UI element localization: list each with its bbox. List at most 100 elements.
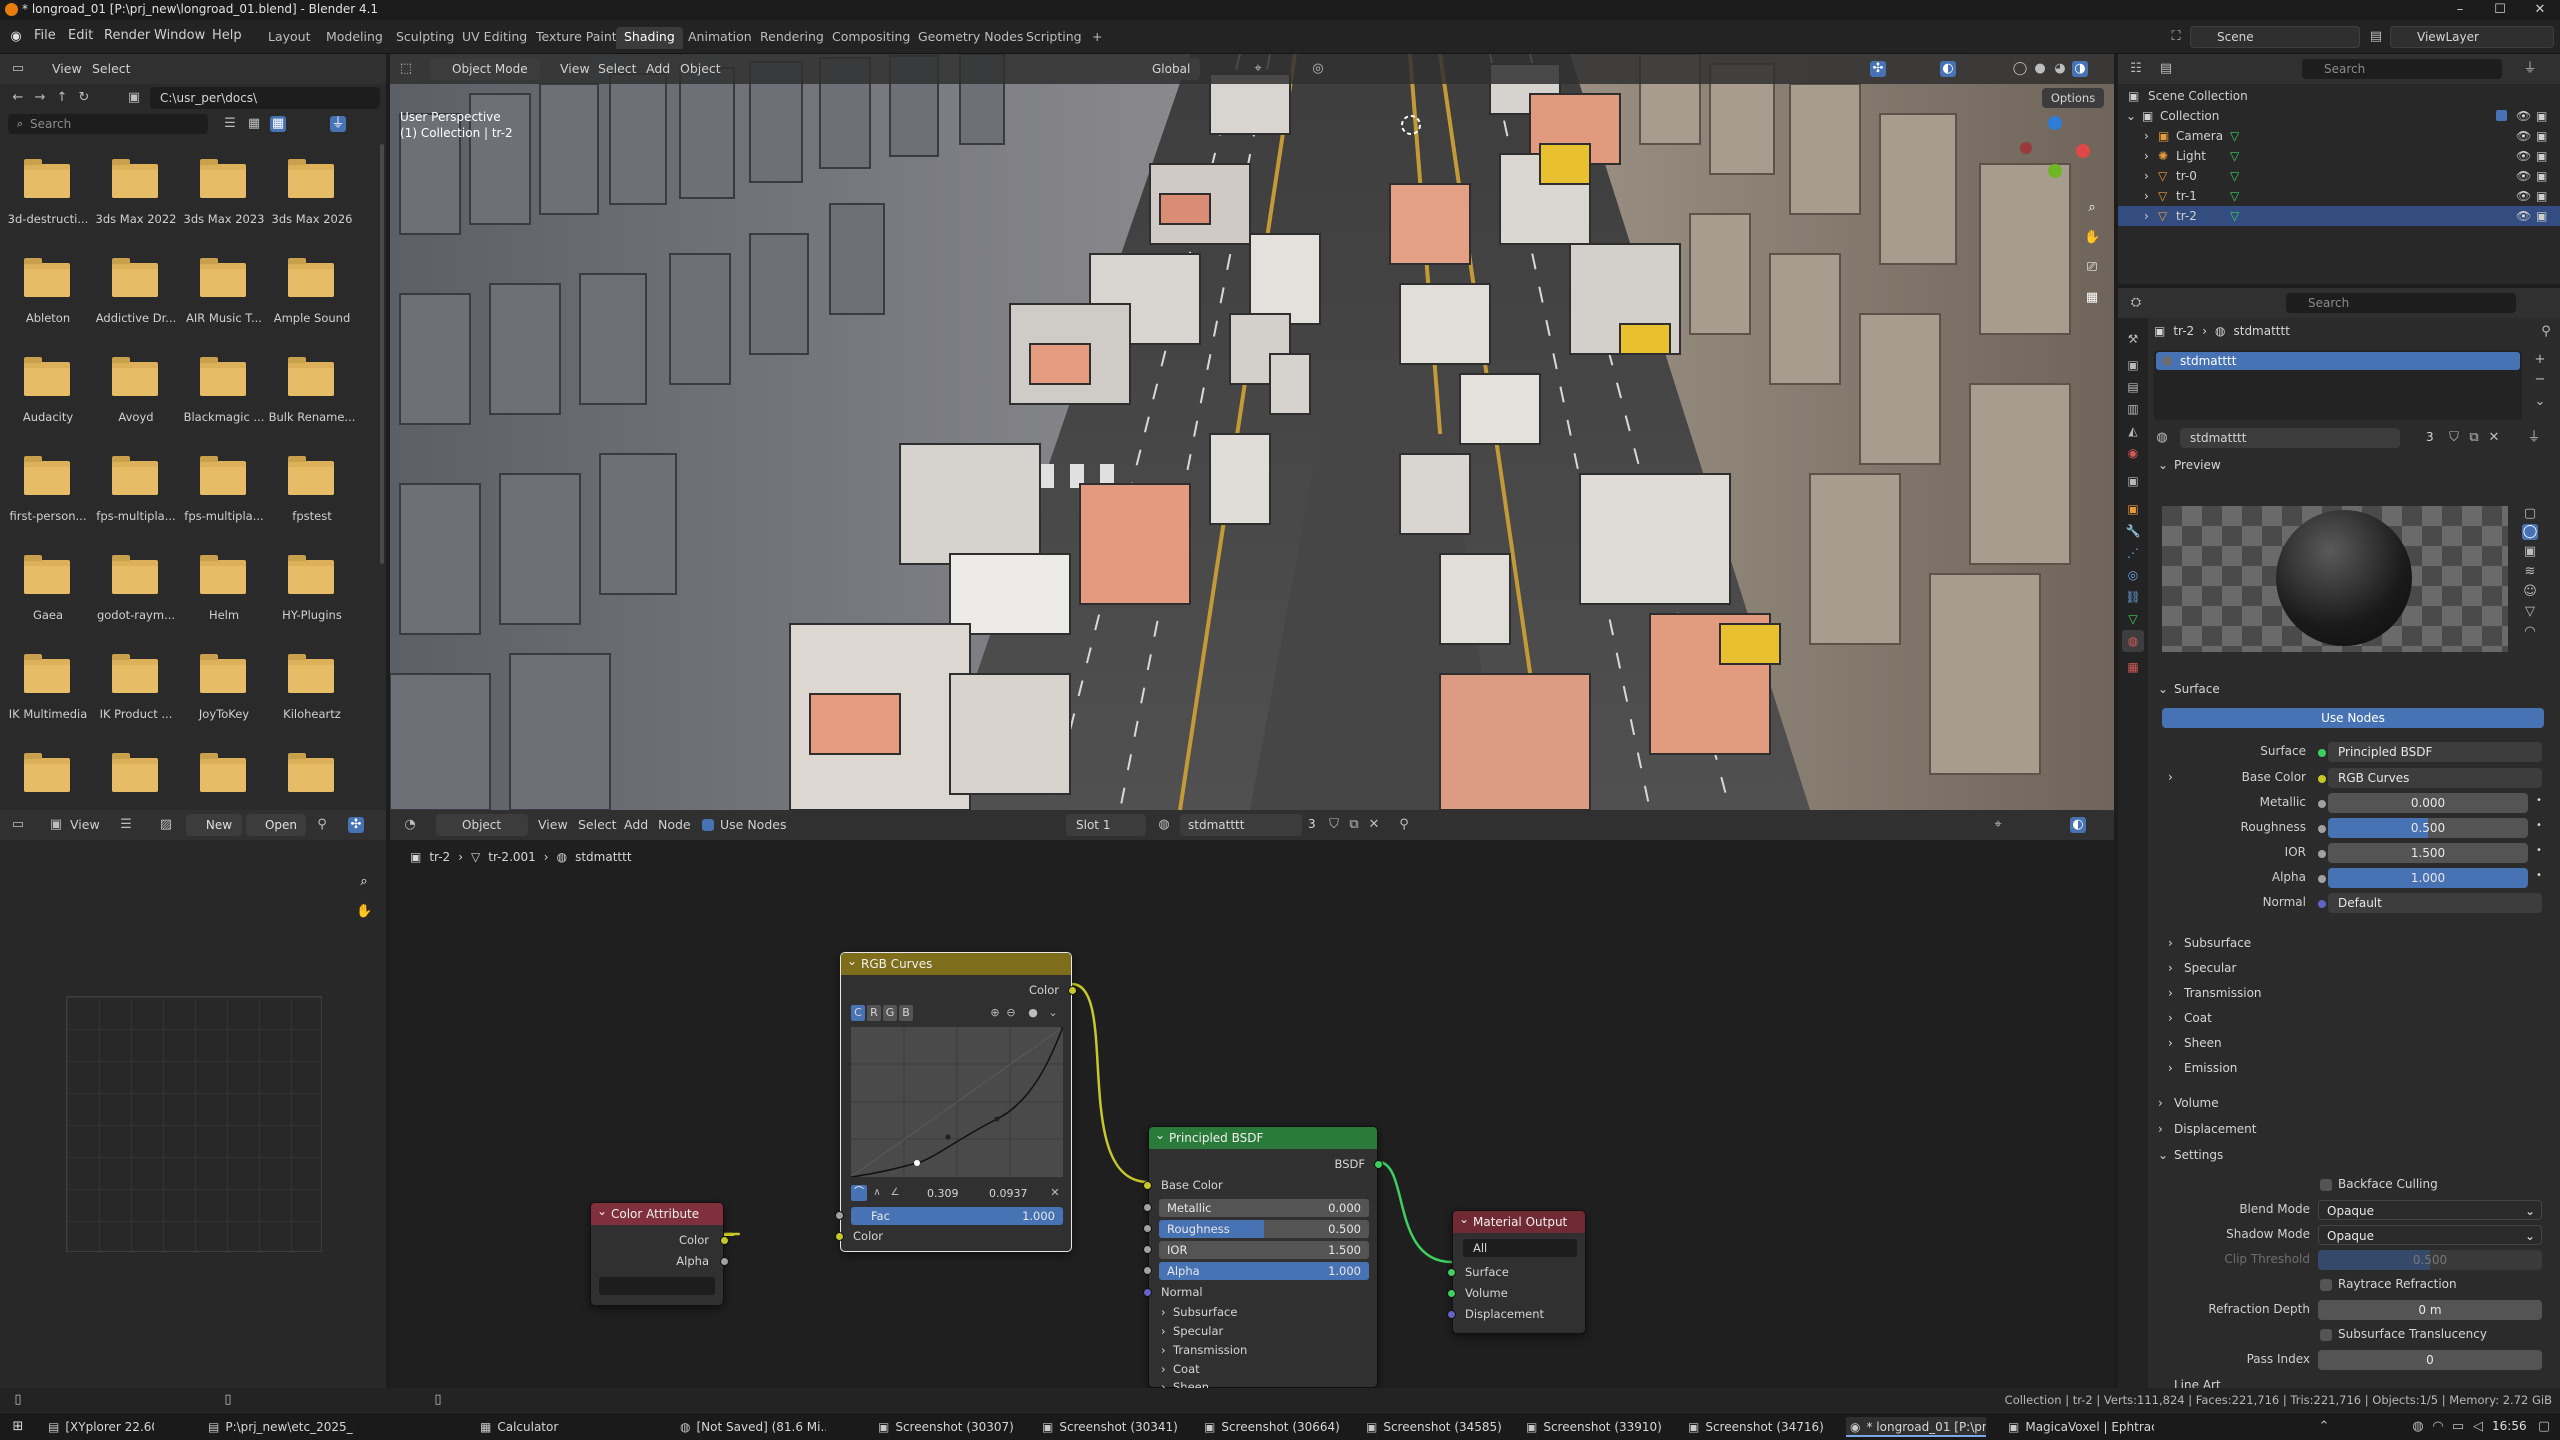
camera-view-icon[interactable]: ⎚ xyxy=(2084,260,2100,276)
blend-mode-dropdown[interactable]: Opaque ⌄ xyxy=(2318,1200,2542,1220)
data-link-icon[interactable]: ▽ xyxy=(2230,206,2239,226)
viewport-options-button[interactable]: Options xyxy=(2042,88,2104,108)
outliner-item[interactable]: › ▽ tr-1 ▽ 👁 ▣ xyxy=(2118,186,2560,206)
image-canvas-grid[interactable] xyxy=(66,996,322,1252)
keyframe-dot[interactable]: • xyxy=(2536,795,2542,806)
outliner-collection[interactable]: ⌄ ▣ Collection 👁 ▣ xyxy=(2118,106,2560,126)
folder-item[interactable]: Audacity xyxy=(2,348,90,444)
socket-surface-in[interactable] xyxy=(1447,1268,1456,1277)
material-slot-list[interactable]: stdmatttt xyxy=(2154,350,2522,420)
folder-item[interactable]: 3ds Max 2023 xyxy=(178,150,266,246)
folder-item[interactable]: Addictive Dr... xyxy=(90,249,178,345)
outliner-item[interactable]: › ✺ Light ▽ 👁 ▣ xyxy=(2118,146,2560,166)
folder-item[interactable]: fpstest xyxy=(266,447,354,543)
chevron-right-icon[interactable]: › xyxy=(2144,186,2149,206)
chevron-right-icon[interactable]: › xyxy=(2158,1096,2163,1110)
outliner-scene-collection[interactable]: ▣ Scene Collection xyxy=(2118,86,2560,106)
socket-ior-in[interactable] xyxy=(1143,1245,1152,1254)
tray-volume-icon[interactable]: ◁ xyxy=(2470,1419,2486,1435)
chevron-right-icon[interactable]: › xyxy=(2144,206,2149,226)
render-camera-icon[interactable]: ▣ xyxy=(2536,146,2547,166)
chevron-right-icon[interactable]: › xyxy=(2168,936,2173,950)
shadow-mode-dropdown[interactable]: Opaque ⌄ xyxy=(2318,1225,2542,1245)
subpanel-emission[interactable]: Emission xyxy=(2184,1061,2237,1075)
windows-start-icon[interactable]: ⊞ xyxy=(10,1419,26,1435)
filter-icon[interactable]: ⏚ xyxy=(330,116,346,132)
image-editor[interactable]: ▭ ▣ View ☰ ▨ New Open ⚲ ✣ ⌕ ✋ xyxy=(0,810,386,1388)
shading-wireframe-icon[interactable]: ◯ xyxy=(2012,61,2028,77)
menu-window[interactable]: Window xyxy=(154,28,205,43)
preview-fluid-icon[interactable]: ▽ xyxy=(2522,604,2538,620)
subpanel-subsurface[interactable]: Subsurface xyxy=(2184,936,2251,950)
chevron-right-icon[interactable]: › xyxy=(2144,126,2149,146)
data-link-icon[interactable]: ▽ xyxy=(2230,146,2239,166)
tab-output-icon[interactable]: ▤ xyxy=(2122,376,2144,398)
tab-world-icon[interactable]: ◉ xyxy=(2122,442,2144,464)
material-users-count[interactable]: 3 xyxy=(1308,817,1316,831)
node-principled-bsdf[interactable]: Principled BSDF BSDF Base Color Metallic… xyxy=(1143,1124,1383,1394)
socket-roughness-in[interactable] xyxy=(1143,1224,1152,1233)
taskbar-item[interactable]: ▣ Screenshot (34716).p... xyxy=(1684,1417,1824,1437)
image-mode-icon[interactable]: ▣ xyxy=(48,817,64,833)
folder-item[interactable]: Bulk Rename... xyxy=(266,348,355,444)
folder-item[interactable]: Avoyd xyxy=(90,348,178,444)
taskbar-item[interactable]: ▤ P:\prj_new\etc_2025_... xyxy=(204,1417,354,1437)
material-users-count[interactable]: 3 xyxy=(2426,430,2434,444)
zoom-out-icon[interactable]: ⊖ xyxy=(1003,1005,1019,1021)
image-menu-view[interactable]: View xyxy=(70,817,100,832)
tab-render-icon[interactable]: ▣ xyxy=(2122,354,2144,376)
shading-material-icon[interactable]: ◕ xyxy=(2052,61,2068,77)
tab-object-icon[interactable]: ▣ xyxy=(2122,498,2144,520)
menu-select[interactable]: Select xyxy=(92,61,131,76)
chevron-right-icon[interactable]: › xyxy=(2144,146,2149,166)
zoom-in-icon[interactable]: ⊕ xyxy=(987,1005,1003,1021)
socket-color-out[interactable] xyxy=(1068,986,1077,995)
curve-tools-icon[interactable]: ● xyxy=(1025,1005,1041,1021)
ior-field[interactable]: IOR 1.500 xyxy=(1159,1241,1369,1259)
base-color-selector[interactable]: RGB Curves xyxy=(2328,768,2542,788)
chevron-right-icon[interactable]: › xyxy=(2168,770,2173,784)
viewport-menu-view[interactable]: View xyxy=(560,61,590,76)
outliner-item[interactable]: › ▽ tr-2 ▽ 👁 ▣ xyxy=(2118,206,2560,226)
tab-texture-icon[interactable]: ▦ xyxy=(2122,656,2144,678)
ior-field[interactable]: 1.500 xyxy=(2328,843,2528,863)
channel-b-tab[interactable]: B xyxy=(899,1005,913,1021)
mode-selector[interactable]: Object Mode xyxy=(430,58,540,80)
render-camera-icon[interactable]: ▣ xyxy=(2536,186,2547,206)
subpanel-transmission[interactable]: Transmission xyxy=(2184,986,2262,1000)
shader-type-selector[interactable]: Object xyxy=(436,814,528,836)
tab-rendering[interactable]: Rendering xyxy=(752,27,832,49)
editor-type-icon[interactable]: ⛭ xyxy=(2128,295,2144,311)
ortho-toggle-icon[interactable]: ▦ xyxy=(2084,290,2100,306)
tab-material-icon[interactable]: ◍ xyxy=(2122,630,2144,652)
tab-shading[interactable]: Shading xyxy=(616,27,683,49)
tab-collection-icon[interactable]: ▣ xyxy=(2122,470,2144,492)
folder-item[interactable]: 3d-destructi... xyxy=(2,150,90,246)
taskbar-item[interactable]: ▣ Screenshot (30341).p... xyxy=(1038,1417,1178,1437)
unlink-material-icon[interactable]: ✕ xyxy=(2486,430,2502,446)
filter-icon[interactable]: ⏚ xyxy=(2522,61,2538,77)
normal-selector[interactable]: Default xyxy=(2328,893,2542,913)
handle-vector-icon[interactable]: ∧ xyxy=(869,1185,885,1201)
handle-free-icon[interactable]: ∠ xyxy=(887,1185,903,1201)
tab-compositing[interactable]: Compositing xyxy=(824,27,918,49)
data-link-icon[interactable]: ▽ xyxy=(2230,166,2239,186)
chevron-down-icon[interactable]: ⌄ xyxy=(2158,1148,2168,1162)
folder-item[interactable]: Kiloheartz xyxy=(266,645,354,741)
preview-sky-icon[interactable]: ◠ xyxy=(2522,624,2538,640)
add-workspace-button[interactable]: + xyxy=(1084,27,1110,49)
material-name-field[interactable]: stdmatttt xyxy=(2180,428,2400,448)
use-nodes-button[interactable]: Use Nodes xyxy=(2162,708,2544,728)
subpanel-coat[interactable]: Coat xyxy=(2184,1011,2212,1025)
gizmo-x-axis[interactable] xyxy=(2076,144,2090,158)
section-preview[interactable]: Preview xyxy=(2174,458,2221,472)
socket-normal-in[interactable] xyxy=(1143,1288,1152,1297)
fake-user-icon[interactable]: ⛉ xyxy=(2446,430,2462,446)
handle-auto-icon[interactable]: ⌒ xyxy=(851,1185,867,1201)
gizmo-neg-x[interactable] xyxy=(2020,142,2032,154)
curve-point-x[interactable]: 0.309 xyxy=(927,1187,959,1200)
visibility-eye-icon[interactable]: 👁 xyxy=(2516,186,2531,206)
forward-icon[interactable]: → xyxy=(32,90,48,106)
alpha-field[interactable]: Alpha 1.000 xyxy=(1159,1262,1369,1280)
taskbar-item[interactable]: ▤ [XYplorer 22.60] xyxy=(44,1417,154,1437)
